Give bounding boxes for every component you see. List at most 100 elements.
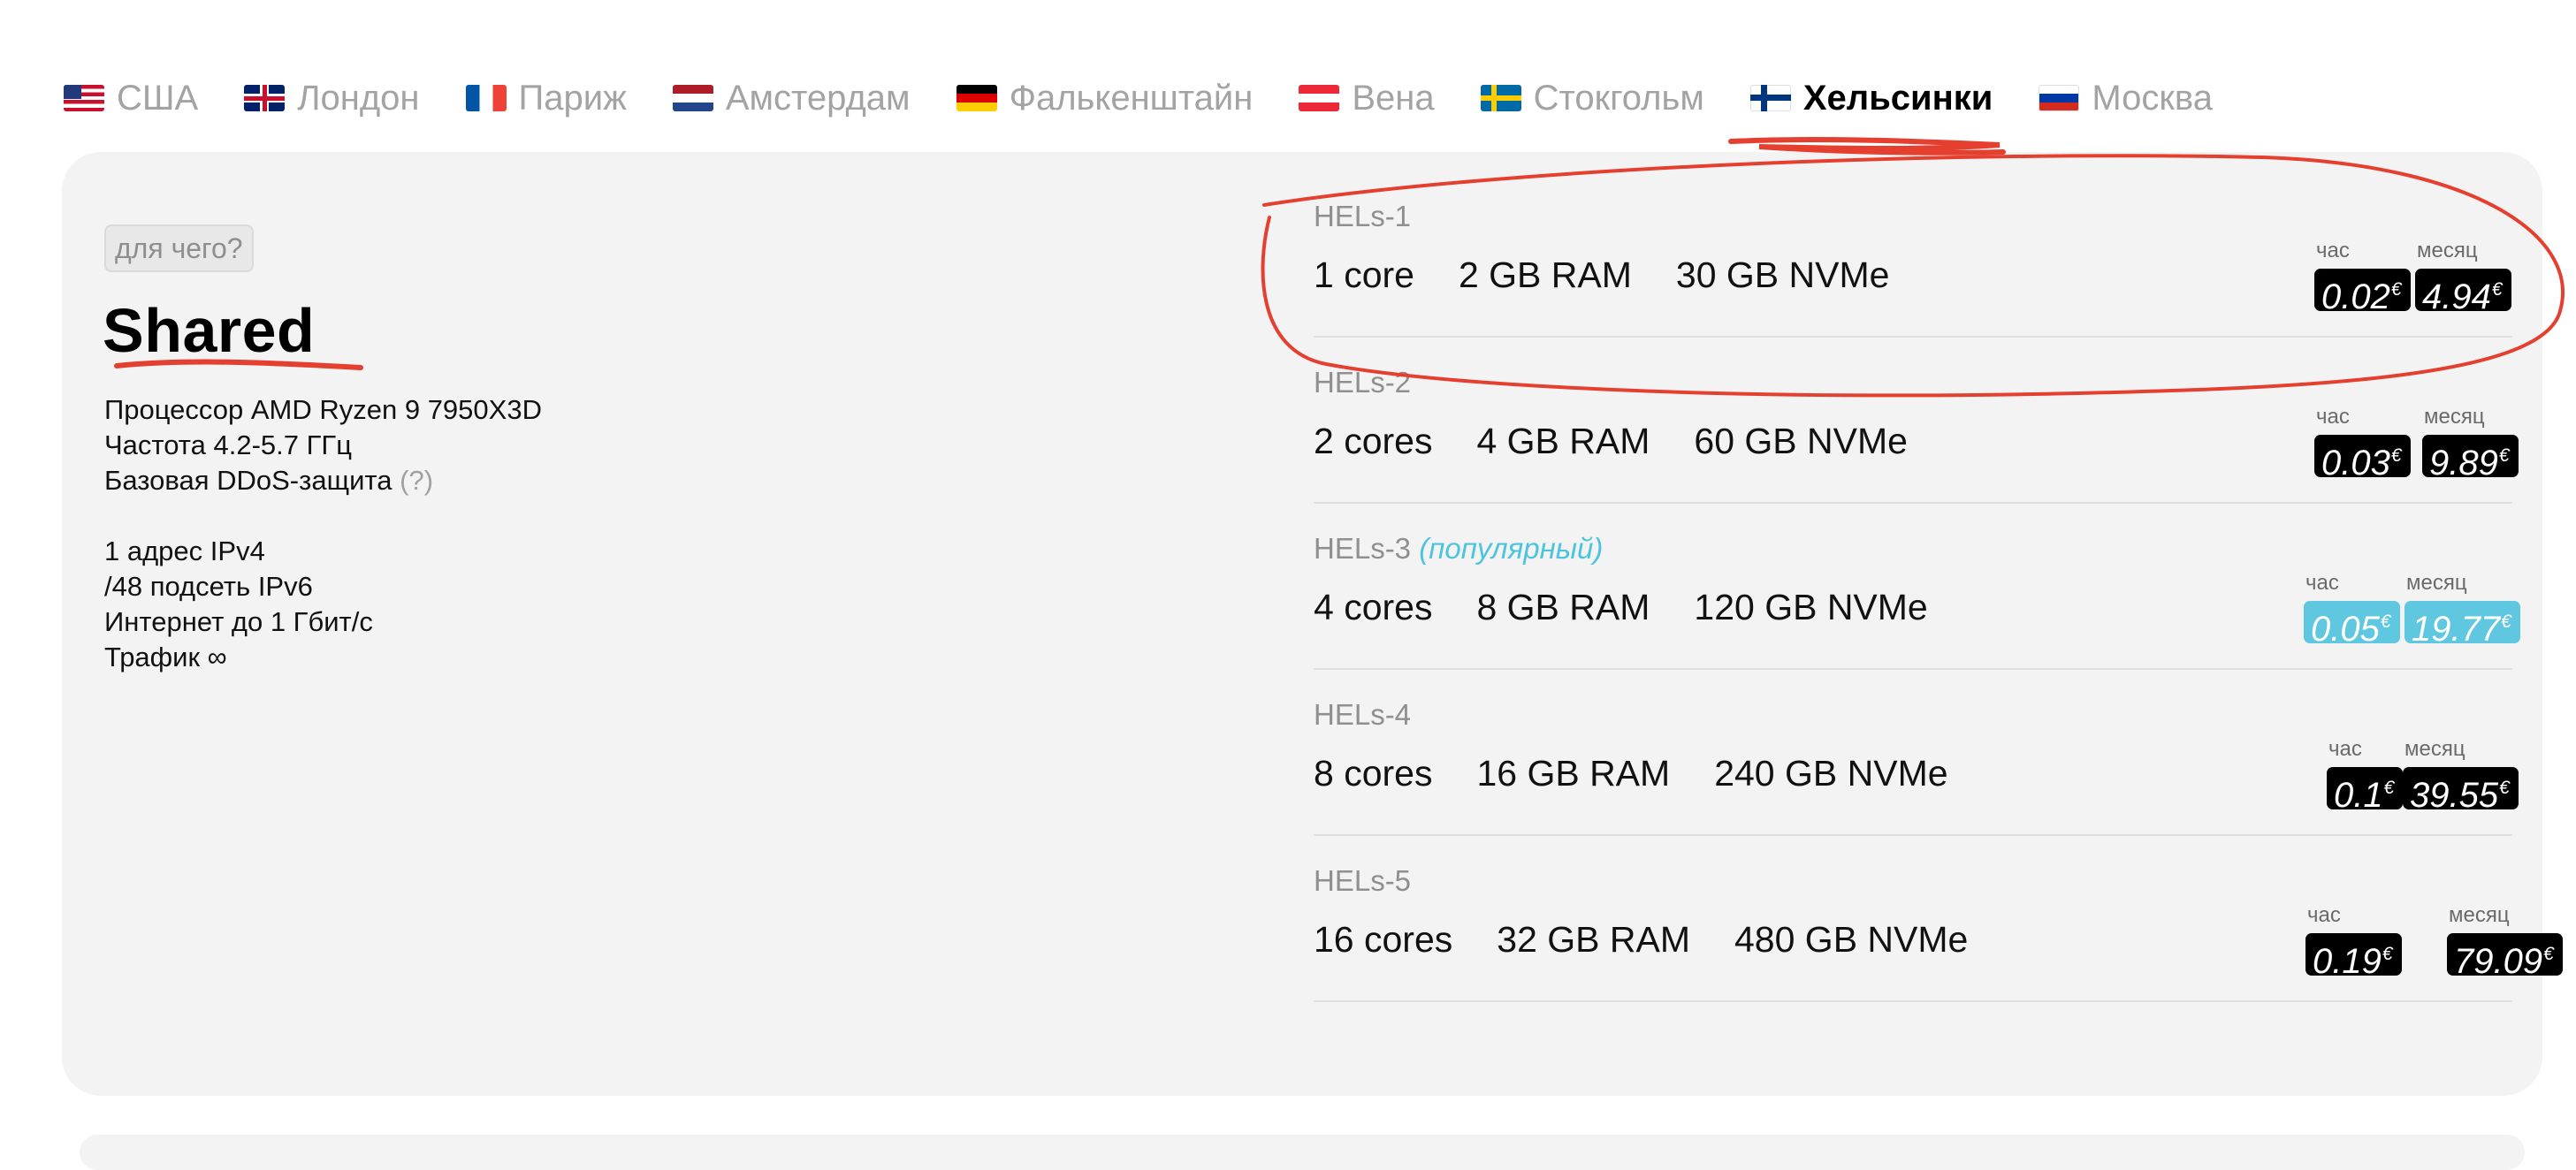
tab-usa[interactable]: США <box>64 79 198 118</box>
month-price-column: месяц 79.09€ <box>2447 903 2563 981</box>
plan-specs: 2 cores 4 GB RAM 60 GB NVMe <box>1314 421 1908 462</box>
ipv4-text: 1 адрес IPv4 <box>104 536 265 566</box>
plan-row-hels-2[interactable]: HELs-2 2 cores 4 GB RAM 60 GB NVMe час 0… <box>1314 336 2519 504</box>
plan-name: HELs-2 <box>1314 366 1412 399</box>
plan-name: HELs-5 <box>1314 864 1412 897</box>
tab-falkenstein[interactable]: Фалькенштайн <box>956 78 1254 118</box>
server-specs: Процессор AMD Ryzen 9 7950X3D Частота 4.… <box>104 392 542 675</box>
tab-label: США <box>117 78 199 118</box>
plan-specs: 16 cores 32 GB RAM 480 GB NVMe <box>1314 919 1968 961</box>
plan-disk: 60 GB NVMe <box>1694 421 1908 461</box>
tab-stockholm[interactable]: Стокгольм <box>1480 78 1704 118</box>
month-label: месяц <box>2417 239 2478 262</box>
tab-label: Лондон <box>297 78 420 118</box>
hour-price[interactable]: 0.05€ <box>2304 601 2400 649</box>
month-price-column: месяц 4.94€ <box>2415 239 2511 316</box>
plan-disk: 480 GB NVMe <box>1734 919 1969 960</box>
month-label: месяц <box>2405 737 2465 761</box>
month-price[interactable]: 79.09€ <box>2447 933 2563 981</box>
plan-card: для чего? Shared Процессор AMD Ryzen 9 7… <box>62 152 2563 1096</box>
tab-label: Париж <box>518 78 627 118</box>
frequency-text: Частота 4.2-5.7 ГГц <box>104 429 352 460</box>
month-price[interactable]: 39.55€ <box>2403 767 2519 815</box>
flag-de-icon <box>956 85 997 111</box>
tab-helsinki[interactable]: Хельсинки <box>1749 78 1993 118</box>
plan-ram: 8 GB RAM <box>1476 587 1650 627</box>
month-label: месяц <box>2449 903 2510 927</box>
plan-cores: 8 cores <box>1314 753 1433 794</box>
flag-se-icon <box>1480 85 1521 111</box>
ddos-hint-link[interactable]: (?) <box>400 465 433 496</box>
ddos-text: Базовая DDoS-защита <box>104 465 392 496</box>
plan-cores: 16 cores <box>1314 919 1453 960</box>
flag-nl-icon <box>672 85 713 111</box>
plan-name: HELs-4 <box>1314 698 1412 731</box>
month-price[interactable]: 4.94€ <box>2415 269 2511 316</box>
annotation-underline-tab <box>1728 136 2006 156</box>
plan-cores: 1 core <box>1314 255 1414 295</box>
plan-row-hels-1[interactable]: HELs-1 1 core 2 GB RAM 30 GB NVMe час 0.… <box>1314 170 2512 338</box>
plan-disk: 240 GB NVMe <box>1714 753 1948 794</box>
plan-ram: 4 GB RAM <box>1476 421 1650 461</box>
popular-badge: (популярный) <box>1419 532 1604 565</box>
next-plan-card <box>80 1135 2525 1170</box>
hour-price-column: час 0.05€ <box>2304 571 2400 649</box>
hour-price[interactable]: 0.02€ <box>2314 269 2411 316</box>
plan-row-hels-3[interactable]: HELs-3 (популярный) 4 cores 8 GB RAM 120… <box>1314 502 2520 670</box>
plan-name: HELs-3 (популярный) <box>1314 532 1604 565</box>
plan-specs: 4 cores 8 GB RAM 120 GB NVMe <box>1314 587 1928 628</box>
flag-ru-icon <box>2039 85 2080 111</box>
flag-at-icon <box>1299 85 1340 111</box>
tab-label: Вена <box>1352 78 1435 118</box>
hour-price[interactable]: 0.1€ <box>2327 767 2404 815</box>
tab-paris[interactable]: Париж <box>465 78 627 118</box>
hour-price[interactable]: 0.03€ <box>2314 435 2411 482</box>
tab-vienna[interactable]: Вена <box>1299 78 1435 118</box>
month-price[interactable]: 19.77€ <box>2405 601 2520 649</box>
plan-type-title: Shared <box>103 296 316 365</box>
tab-amsterdam[interactable]: Амстердам <box>672 79 911 118</box>
plan-row-hels-4[interactable]: HELs-4 8 cores 16 GB RAM 240 GB NVMe час… <box>1314 668 2519 836</box>
flag-us-icon <box>64 85 104 111</box>
plan-row-hels-5[interactable]: HELs-5 16 cores 32 GB RAM 480 GB NVMe ча… <box>1314 834 2563 1002</box>
tab-label: Фалькенштайн <box>1009 78 1254 118</box>
tab-label: Хельсинки <box>1802 78 1993 118</box>
plan-name: HELs-1 <box>1314 200 1412 232</box>
traffic-text: Трафик ∞ <box>104 642 227 672</box>
flag-gb-icon <box>244 85 286 111</box>
month-price-column: месяц 39.55€ <box>2403 737 2519 815</box>
hour-price[interactable]: 0.19€ <box>2305 933 2402 981</box>
plan-ram: 2 GB RAM <box>1458 255 1632 295</box>
hour-label: час <box>2316 405 2350 429</box>
plan-cores: 2 cores <box>1314 421 1433 461</box>
plan-disk: 120 GB NVMe <box>1694 587 1928 627</box>
hour-label: час <box>2316 239 2350 262</box>
month-label: месяц <box>2424 405 2485 429</box>
ipv6-text: /48 подсеть IPv6 <box>104 571 313 602</box>
hour-label: час <box>2307 903 2341 927</box>
plan-specs: 1 core 2 GB RAM 30 GB NVMe <box>1314 255 1889 296</box>
location-tabs: США Лондон Париж Амстердам Фалькенштайн … <box>64 69 2213 127</box>
hour-label: час <box>2328 737 2362 761</box>
plan-ram: 16 GB RAM <box>1476 753 1671 794</box>
month-price-column: месяц 9.89€ <box>2422 405 2519 482</box>
plan-specs: 8 cores 16 GB RAM 240 GB NVMe <box>1314 753 1948 794</box>
help-button[interactable]: для чего? <box>104 224 254 272</box>
flag-fi-icon <box>1749 85 1791 111</box>
tab-london[interactable]: Лондон <box>244 78 420 118</box>
plan-disk: 30 GB NVMe <box>1675 255 1890 295</box>
month-label: месяц <box>2406 571 2467 595</box>
tab-moscow[interactable]: Москва <box>2039 79 2213 118</box>
hour-price-column: час 0.03€ <box>2314 405 2411 482</box>
plan-cores: 4 cores <box>1314 587 1433 627</box>
hour-price-column: час 0.1€ <box>2327 737 2404 815</box>
tab-label: Стокгольм <box>1533 78 1704 118</box>
month-price-column: месяц 19.77€ <box>2405 571 2520 649</box>
hour-price-column: час 0.19€ <box>2305 903 2402 981</box>
tab-label: Москва <box>2092 78 2213 118</box>
plan-ram: 32 GB RAM <box>1497 919 1690 960</box>
ddos-line: Базовая DDoS-защита (?) <box>104 463 542 498</box>
hour-label: час <box>2305 571 2339 595</box>
month-price[interactable]: 9.89€ <box>2422 435 2519 482</box>
flag-fr-icon <box>465 85 507 111</box>
